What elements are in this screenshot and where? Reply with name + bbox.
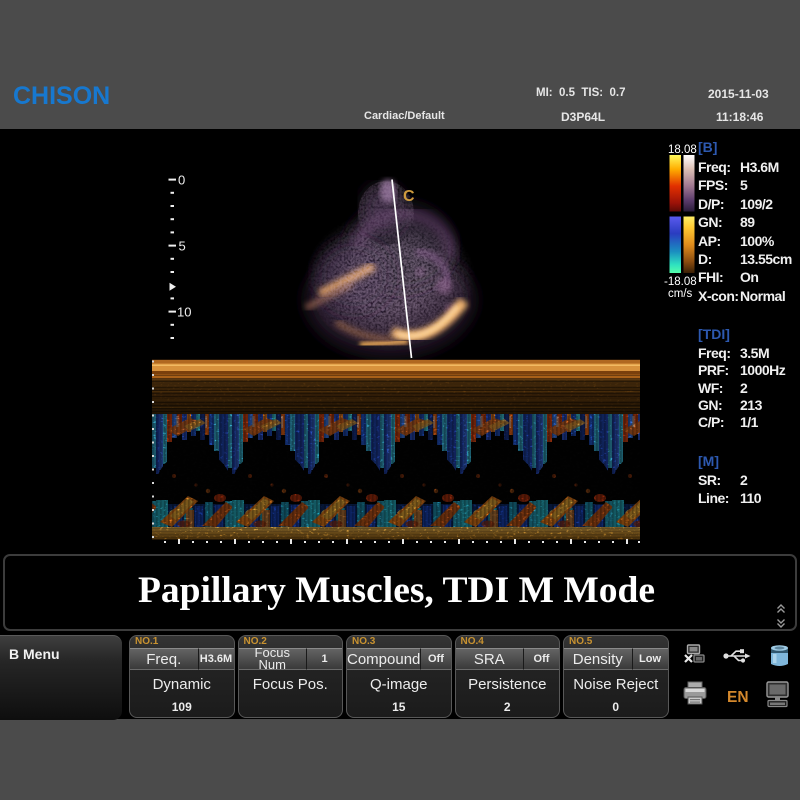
svg-text:5: 5: [179, 239, 186, 254]
svg-text:0: 0: [178, 173, 185, 188]
svg-text:10: 10: [177, 305, 191, 320]
svg-text:C: C: [403, 188, 415, 205]
svg-text:EN: EN: [727, 689, 749, 706]
